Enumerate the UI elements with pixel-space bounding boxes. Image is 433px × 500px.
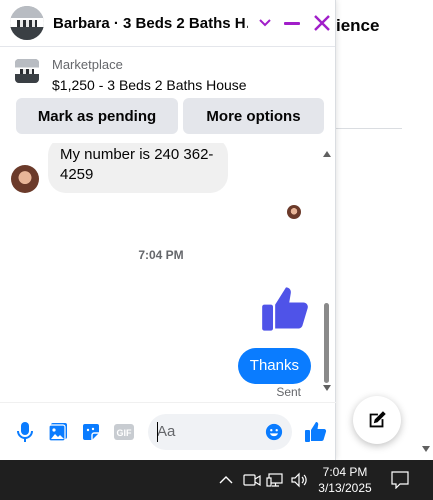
read-receipt-avatar <box>287 205 301 219</box>
close-icon <box>314 15 330 31</box>
message-input[interactable] <box>157 423 267 440</box>
incoming-message[interactable]: My number is 240 362-4259 <box>48 143 228 193</box>
message-composer: GIF <box>0 402 336 460</box>
minimize-icon <box>284 21 300 25</box>
compose-icon <box>369 411 386 428</box>
photo-icon[interactable] <box>47 421 69 443</box>
listing-title[interactable]: $1,250 - 3 Beds 2 Baths House <box>52 77 247 93</box>
listing-label: Marketplace <box>52 57 123 72</box>
background-heading: ience <box>336 16 380 35</box>
close-button[interactable] <box>312 13 332 33</box>
meet-now-icon[interactable] <box>242 470 262 490</box>
chat-title[interactable]: Barbara · 3 Beds 2 Baths H… <box>53 15 248 32</box>
clock[interactable]: 7:04 PM 3/13/2025 <box>316 464 374 496</box>
more-options-button[interactable]: More options <box>183 98 324 134</box>
clock-time: 7:04 PM <box>322 465 368 479</box>
minimize-button[interactable] <box>284 13 302 33</box>
show-hidden-icons-icon[interactable] <box>216 470 236 490</box>
microphone-icon[interactable] <box>14 421 36 443</box>
chevron-down-icon[interactable] <box>258 16 272 30</box>
gif-icon[interactable]: GIF <box>113 421 135 443</box>
chat-scrollbar[interactable] <box>321 148 333 398</box>
text-caret <box>157 421 158 442</box>
notifications-icon[interactable] <box>390 470 410 490</box>
emoji-icon[interactable] <box>265 423 283 441</box>
background-divider <box>336 128 402 129</box>
time-separator: 7:04 PM <box>138 248 184 262</box>
chat-header: Barbara · 3 Beds 2 Baths H… <box>0 0 335 47</box>
send-like-icon[interactable] <box>304 420 328 444</box>
background-panel <box>336 0 433 460</box>
scroll-down-arrow[interactable] <box>323 385 331 391</box>
thumbs-up-icon[interactable] <box>260 283 312 335</box>
listing-avatar[interactable] <box>10 6 44 40</box>
listing-thumbnail[interactable] <box>15 59 39 83</box>
mark-as-pending-button[interactable]: Mark as pending <box>16 98 178 134</box>
clock-date: 3/13/2025 <box>318 481 372 495</box>
scroll-thumb[interactable] <box>324 303 329 383</box>
sticker-icon[interactable] <box>80 421 102 443</box>
contact-avatar[interactable] <box>11 165 39 193</box>
volume-icon[interactable] <box>289 470 309 490</box>
svg-text:GIF: GIF <box>117 428 133 438</box>
new-message-button[interactable] <box>353 396 401 444</box>
message-status: Sent <box>276 385 301 398</box>
page-scroll-down-arrow[interactable] <box>422 446 430 452</box>
scroll-up-arrow[interactable] <box>323 151 331 157</box>
chat-window: Barbara · 3 Beds 2 Baths H… Marketplace … <box>0 0 336 460</box>
network-icon[interactable] <box>265 470 285 490</box>
taskbar: 7:04 PM 3/13/2025 <box>0 460 433 500</box>
message-input-box[interactable] <box>148 413 292 450</box>
outgoing-message[interactable]: Thanks <box>237 348 311 384</box>
message-list: My number is 240 362-4259 7:04 PM Thanks… <box>0 143 336 398</box>
